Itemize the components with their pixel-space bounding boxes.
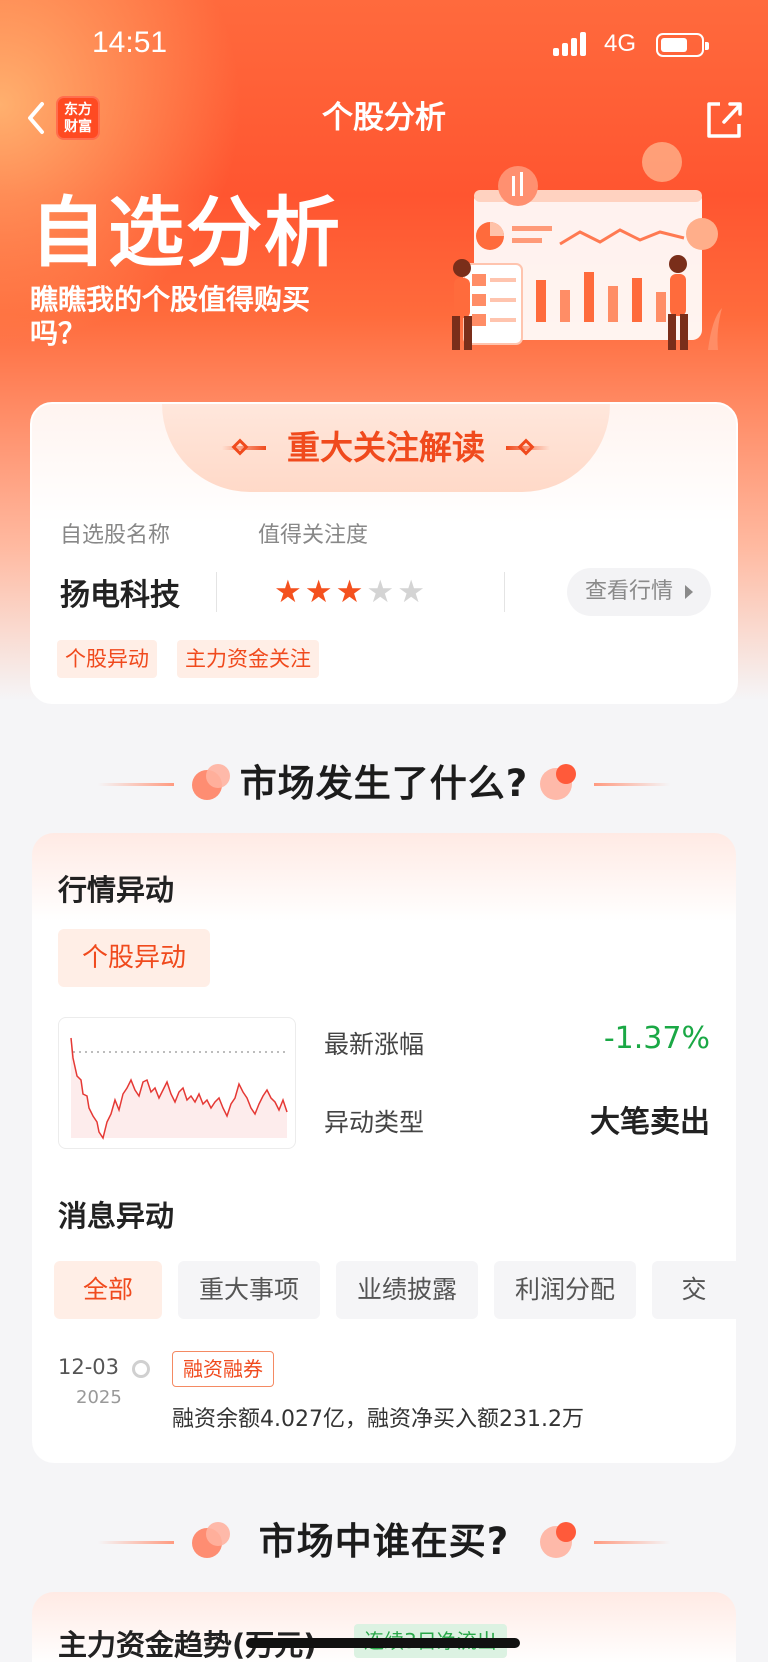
tag-stock-anomaly: 个股异动 [57,640,157,678]
star-empty-icon: ★ [397,574,428,610]
filter-dividends[interactable]: 利润分配 [494,1261,636,1319]
home-indicator[interactable] [246,1638,520,1648]
star-filled-icon: ★ [335,574,367,610]
filter-trading[interactable]: 交 [652,1261,736,1319]
market-anomaly-card: 行情异动 个股异动 最新涨幅 -1.37% 异动类型 大笔卖出 消息异动 全部 … [32,833,736,1463]
filter-all[interactable]: 全部 [54,1261,162,1319]
bubble-decoration [556,764,576,784]
status-time: 14:51 [92,26,168,59]
latest-change-value: -1.37% [603,1021,710,1056]
divider [504,572,505,612]
signal-icon [553,32,593,56]
main-fund-card: 主力资金趋势(万元) 连续3日净流出 [32,1592,736,1662]
rating-label: 值得关注度 [258,523,369,548]
status-bar: 14:51 4G [0,0,768,90]
stock-anomaly-chip[interactable]: 个股异动 [58,929,210,987]
filter-major-events[interactable]: 重大事项 [178,1261,320,1319]
section-market-header: 市场发生了什么? [0,754,768,814]
view-quote-label: 查看行情 [585,579,674,604]
focus-header: 重大关注解读 [287,428,485,467]
bubble-decoration [556,1522,576,1542]
timeline-dot-icon [132,1360,150,1378]
news-tag: 融资融券 [172,1351,274,1387]
market-anomaly-title: 行情异动 [58,873,175,907]
header-decoration [594,1541,670,1544]
latest-change-label: 最新涨幅 [324,1030,425,1059]
battery-icon [656,33,709,57]
hero-subtitle: 瞧瞧我的个股值得购买吗？ [30,283,311,350]
section-buyers-header: 市场中谁在买? [0,1512,768,1572]
caret-right-icon [685,585,693,599]
rating-stars: ★★★★★ [274,574,428,610]
news-text[interactable]: 融资余额4.027亿，融资净买入额231.2万 [172,1401,584,1433]
view-quote-button[interactable]: 查看行情 [567,568,711,616]
page-title: 个股分析 [322,100,446,136]
filter-earnings[interactable]: 业绩披露 [336,1261,478,1319]
hero-title: 自选分析 [30,188,342,277]
star-empty-icon: ★ [366,574,398,610]
intraday-chart[interactable] [58,1017,296,1149]
stock-name-label: 自选股名称 [60,523,171,548]
header-decoration [594,783,670,786]
star-filled-icon: ★ [274,574,305,610]
news-year: 2025 [76,1387,122,1408]
analysis-illustration [440,140,740,380]
tag-main-fund: 主力资金关注 [177,640,319,678]
change-type-value: 大笔卖出 [590,1105,710,1140]
change-type-label: 异动类型 [324,1108,425,1137]
star-filled-icon: ★ [304,574,336,610]
news-date: 12-03 [58,1355,120,1379]
network-type: 4G [604,30,637,57]
focus-card: 重大关注解读 自选股名称 值得关注度 扬电科技 ★★★★★ 查看行情 个股异动 … [30,402,738,704]
stock-name[interactable]: 扬电科技 [60,570,180,614]
share-icon[interactable] [704,96,744,140]
divider [216,572,217,612]
news-anomaly-title: 消息异动 [58,1199,175,1233]
